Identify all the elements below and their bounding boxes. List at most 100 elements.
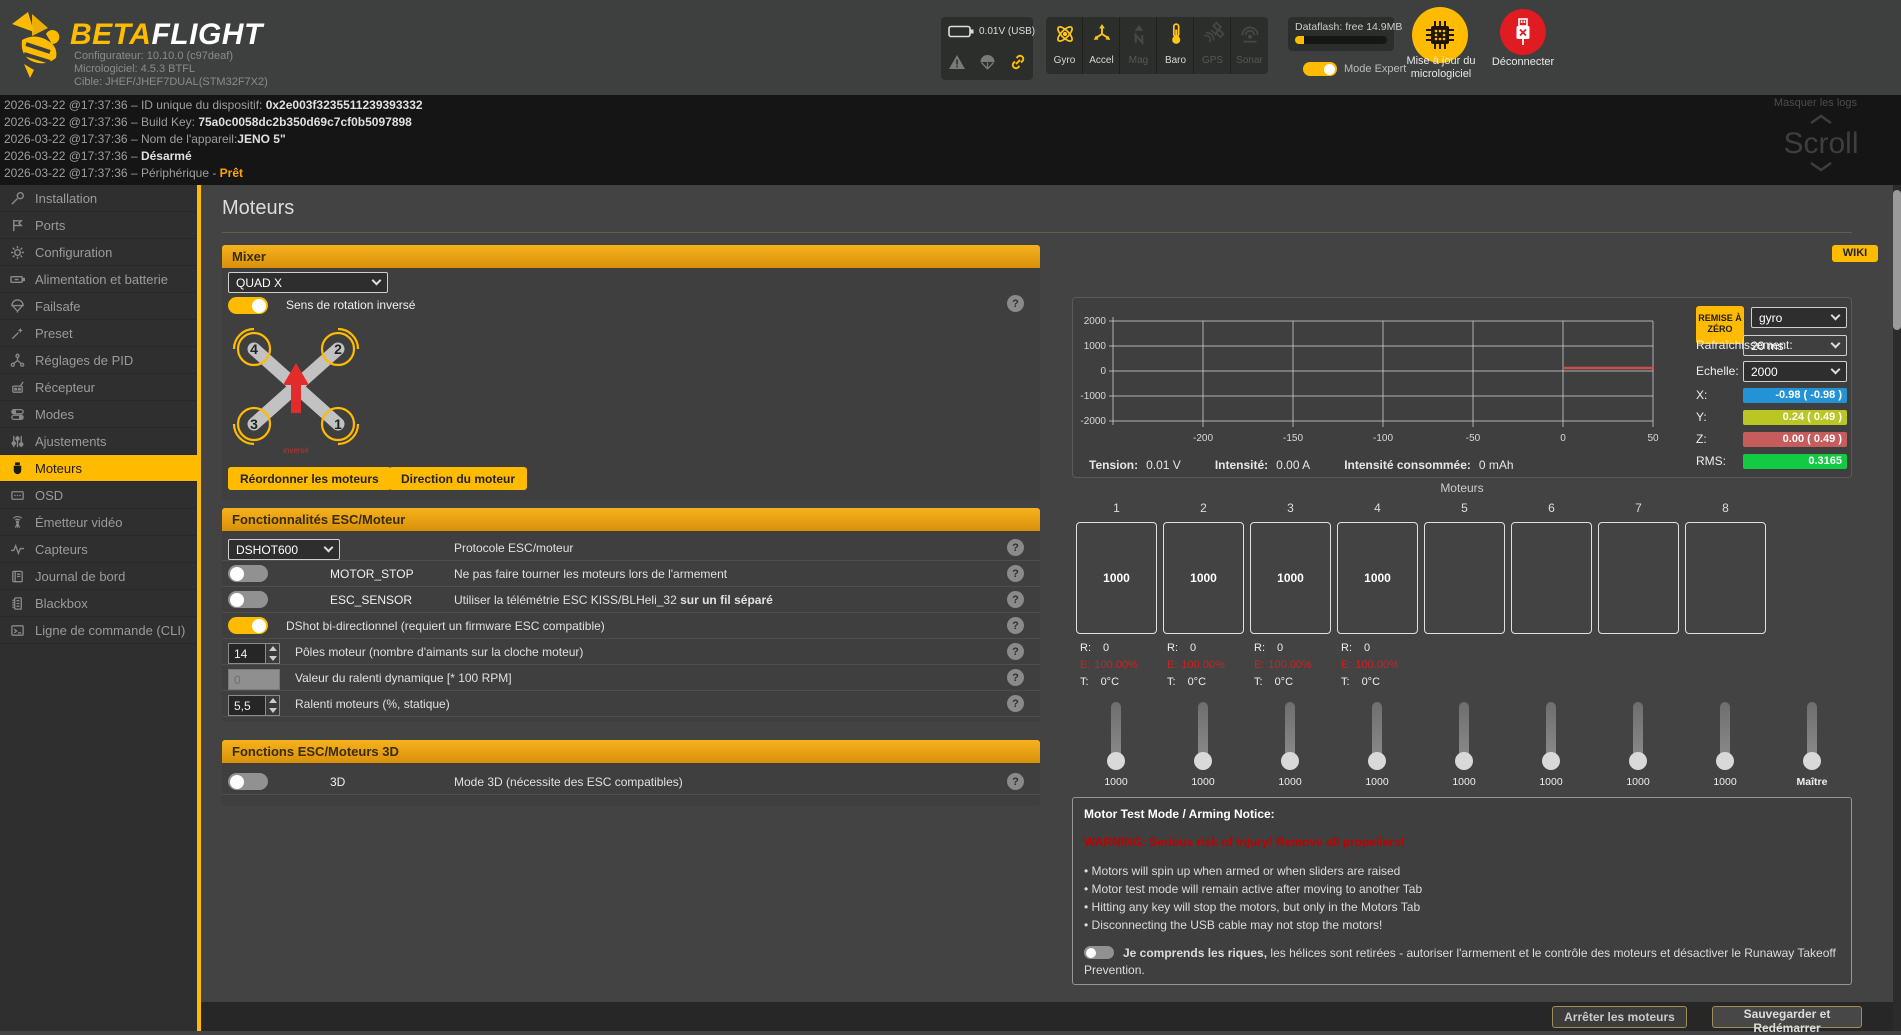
motor-slider-1-knob[interactable] — [1107, 752, 1125, 770]
reorder-motors-button[interactable]: Réordonner les moteurs — [228, 467, 391, 490]
hide-logs-link[interactable]: Masquer les logs — [1774, 97, 1857, 109]
magic-wand-icon — [10, 326, 26, 341]
spinner[interactable] — [266, 643, 280, 664]
sidebar-item-vtx[interactable]: Émetteur vidéo — [0, 509, 197, 536]
notice-warning: WARNING: Serious risk of injury! Remove … — [1084, 835, 1840, 849]
motor-number: 8 — [1685, 501, 1766, 515]
help-icon[interactable]: ? — [1007, 773, 1024, 790]
motor-stop-toggle[interactable] — [228, 565, 268, 582]
help-icon[interactable]: ? — [1007, 643, 1024, 660]
motor-slider-8-knob[interactable] — [1716, 752, 1734, 770]
chevron-down-icon — [1831, 339, 1841, 349]
log-line: 2026-03-22 @17:37:36 – Périphérique - Pr… — [4, 165, 1897, 182]
help-icon[interactable]: ? — [1007, 565, 1024, 582]
esc-sensor-toggle[interactable] — [228, 591, 268, 608]
sidebar-item-installation[interactable]: Installation — [0, 185, 197, 212]
esc-protocol-label: Protocole ESC/moteur — [454, 541, 573, 555]
sidebar-item-ports[interactable]: Ports — [0, 212, 197, 239]
slider-value: 1000 — [1352, 776, 1402, 788]
sidebar-item-receiver[interactable]: Récepteur — [0, 374, 197, 401]
mixer-type-select[interactable]: QUAD X — [228, 272, 388, 293]
esc-3d-header: Fonctions ESC/Moteurs 3D — [222, 740, 1040, 763]
sidebar-item-motors[interactable]: Moteurs — [0, 455, 197, 482]
mode-3d-toggle[interactable] — [228, 773, 268, 790]
svg-text:-50: -50 — [1466, 433, 1481, 444]
reversed-note: inversé — [283, 446, 309, 455]
esc-protocol-select[interactable]: DSHOT600 — [228, 539, 340, 560]
sidebar-item-modes[interactable]: Modes — [0, 401, 197, 428]
sidebar-item-preset[interactable]: Preset — [0, 320, 197, 347]
help-icon[interactable]: ? — [1007, 695, 1024, 712]
sidebar-item-pid-tuning[interactable]: Réglages de PID — [0, 347, 197, 374]
bidirectional-dshot-toggle[interactable] — [228, 617, 268, 634]
esc-sensor-name: ESC_SENSOR — [330, 593, 412, 607]
failsafe-parachute-icon — [979, 54, 996, 71]
help-icon[interactable]: ? — [1007, 669, 1024, 686]
title-underline — [222, 232, 1852, 233]
book-icon — [10, 569, 26, 584]
sidebar-item-cli[interactable]: Ligne de commande (CLI) — [0, 617, 197, 644]
svg-text:50: 50 — [1647, 433, 1659, 444]
sidebar-item-adjustments[interactable]: Ajustements — [0, 428, 197, 455]
disconnect-button[interactable] — [1500, 9, 1546, 55]
motor-bar-2: 1000 — [1163, 522, 1244, 634]
sidebar-item-logbook[interactable]: Journal de bord — [0, 563, 197, 590]
sidebar-item-sensors[interactable]: Capteurs — [0, 536, 197, 563]
chevron-down-icon[interactable] — [1808, 162, 1834, 172]
refresh-rate-select[interactable]: 20 ms — [1743, 335, 1847, 356]
sidebar-item-configuration[interactable]: Configuration — [0, 239, 197, 266]
scale-select[interactable]: 2000 — [1743, 361, 1847, 382]
log-scroll-widget[interactable]: Scroll — [1781, 111, 1861, 177]
battery-icon — [10, 272, 26, 287]
motor-icon — [10, 461, 26, 476]
acknowledge-risks-toggle[interactable] — [1084, 946, 1114, 959]
stop-motors-button[interactable]: Arrêter les moteurs — [1552, 1006, 1687, 1028]
sensor-gps: GPS — [1194, 17, 1231, 74]
motor-direction-button[interactable]: Direction du moteur — [389, 467, 527, 490]
log-line: 2026-03-22 @17:37:36 – ID unique du disp… — [4, 97, 1897, 114]
reversed-rotation-toggle[interactable] — [228, 297, 268, 314]
motor-test-notice-panel: Motor Test Mode / Arming Notice: WARNING… — [1072, 797, 1852, 985]
help-icon[interactable]: ? — [1007, 617, 1024, 634]
motor-bar-7 — [1598, 522, 1679, 634]
motor-slider-6-knob[interactable] — [1542, 752, 1560, 770]
motor-bar-3: 1000 — [1250, 522, 1331, 634]
notice-bullets: • Motors will spin up when armed or when… — [1084, 862, 1840, 934]
wiki-button[interactable]: WIKI — [1832, 245, 1878, 262]
svg-text:-2000: -2000 — [1080, 416, 1106, 427]
help-icon[interactable]: ? — [1007, 295, 1024, 312]
motor-slider-3-knob[interactable] — [1281, 752, 1299, 770]
mixer-panel-header: Mixer — [222, 245, 1040, 268]
chevron-up-icon[interactable] — [1808, 114, 1834, 124]
expert-mode-toggle[interactable] — [1303, 62, 1337, 76]
motor-telemetry-2: R:0 E:100.00% T:0°C — [1167, 640, 1252, 691]
master-slider-knob[interactable] — [1803, 752, 1821, 770]
sidebar-item-osd[interactable]: OSD — [0, 482, 197, 509]
help-icon[interactable]: ? — [1007, 539, 1024, 556]
page-title: Moteurs — [222, 197, 294, 220]
help-icon[interactable]: ? — [1007, 591, 1024, 608]
sidebar-item-failsafe[interactable]: Failsafe — [0, 293, 197, 320]
sidebar-item-blackbox[interactable]: Blackbox — [0, 590, 197, 617]
motor-slider-5-knob[interactable] — [1455, 752, 1473, 770]
sensor-status-bar: Gyro Accel Mag Baro — [1046, 17, 1268, 74]
motor-slider-4-knob[interactable] — [1368, 752, 1386, 770]
spinner[interactable] — [266, 695, 280, 716]
scrollbar-thumb[interactable] — [1893, 190, 1901, 330]
axis-rms-value: 0.3165 — [1743, 454, 1847, 469]
motor-idle-label: Ralenti moteurs (%, statique) — [295, 697, 450, 711]
chevron-down-icon — [324, 543, 334, 553]
motor-slider-2-knob[interactable] — [1194, 752, 1212, 770]
motor-idle-input[interactable]: 5,5 — [228, 695, 280, 716]
graph-source-select[interactable]: gyro — [1751, 307, 1847, 328]
battery-status-box: 0.01V (USB) — [941, 17, 1033, 80]
save-reboot-button[interactable]: Sauvegarder et Redémarrer — [1712, 1006, 1862, 1028]
motor-slider-7-knob[interactable] — [1629, 752, 1647, 770]
sidebar-item-power-battery[interactable]: Alimentation et batterie — [0, 266, 197, 293]
log-line: 2026-03-22 @17:37:36 – Désarmé — [4, 148, 1897, 165]
motor-poles-input[interactable]: 14 — [228, 643, 280, 664]
motor-number: 7 — [1598, 501, 1679, 515]
sensor-sonar: Sonar — [1231, 17, 1268, 74]
scale-label: Echelle: — [1696, 364, 1739, 378]
chevron-down-icon — [372, 276, 382, 286]
